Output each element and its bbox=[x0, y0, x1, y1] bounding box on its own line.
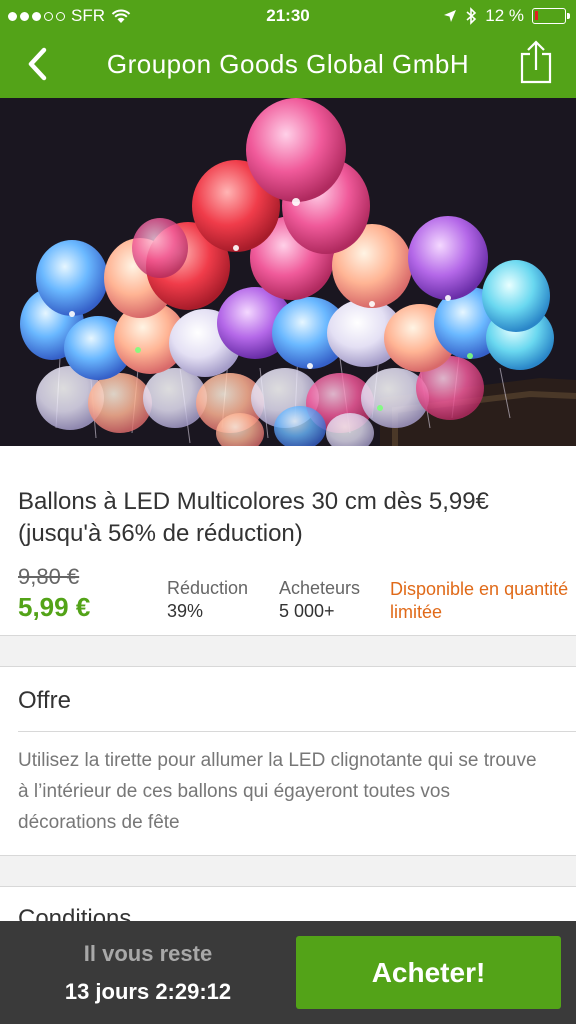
reduction-value: 39% bbox=[167, 601, 204, 621]
availability-notice: Disponible en quantité limitée bbox=[390, 579, 569, 622]
buyers-label: Acheteurs bbox=[279, 578, 361, 598]
battery-percent: 12 % bbox=[485, 6, 524, 25]
countdown-timer: 13 jours 2:29:12 bbox=[64, 979, 232, 1004]
old-price: 9,80 € bbox=[18, 564, 80, 589]
deal-title: Ballons à LED Multicolores 30 cm dès 5,9… bbox=[18, 488, 489, 547]
buy-button[interactable]: Acheter! bbox=[296, 936, 561, 1009]
product-image[interactable] bbox=[0, 98, 576, 446]
nav-bar: Groupon Goods Global GmbH bbox=[0, 32, 576, 98]
status-bar: SFR 21:30 12 % bbox=[0, 0, 576, 32]
battery-icon bbox=[532, 8, 570, 24]
divider bbox=[18, 731, 576, 732]
reduction-stat: Réduction 39% bbox=[167, 578, 248, 622]
reduction-label: Réduction bbox=[167, 578, 249, 598]
status-right: 12 % bbox=[443, 6, 570, 26]
page-title: Groupon Goods Global GmbH bbox=[106, 49, 470, 79]
offer-description: Utilisez la tirette pour allumer la LED … bbox=[18, 750, 537, 833]
led-balloons-photo bbox=[0, 98, 576, 446]
offer-section[interactable]: Offre Utilisez la tirette pour allumer l… bbox=[0, 666, 576, 856]
time-remaining-label: Il vous reste bbox=[83, 941, 213, 966]
offer-heading: Offre bbox=[18, 687, 71, 714]
deal-summary: Ballons à LED Multicolores 30 cm dès 5,9… bbox=[0, 446, 576, 636]
buyers-stat: Acheteurs 5 000+ bbox=[279, 578, 360, 622]
location-arrow-icon bbox=[444, 10, 457, 22]
app-header: SFR 21:30 12 % Groupon Goods Global GmbH bbox=[0, 0, 576, 98]
buyers-value: 5 000+ bbox=[279, 601, 335, 621]
battery-level bbox=[535, 11, 538, 20]
new-price: 5,99 € bbox=[18, 592, 91, 622]
share-button[interactable] bbox=[518, 40, 554, 84]
bottom-purchase-bar: Il vous reste 13 jours 2:29:12 Acheter! bbox=[0, 921, 576, 1024]
share-icon bbox=[520, 40, 552, 84]
bluetooth-icon bbox=[466, 7, 477, 25]
